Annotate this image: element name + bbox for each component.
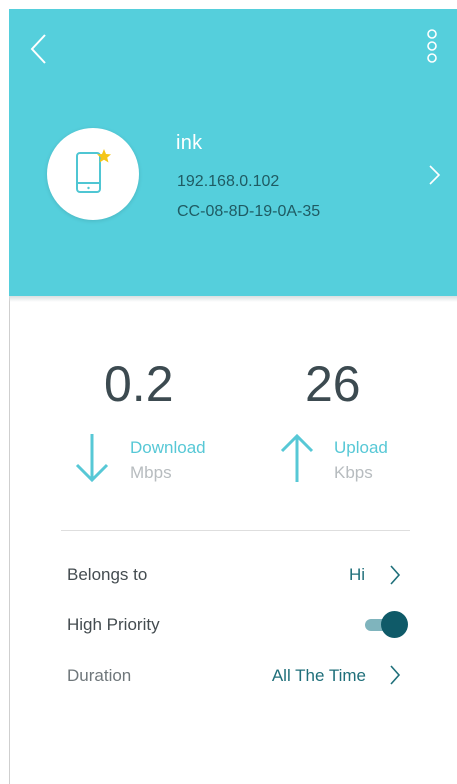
- toggle-knob: [381, 611, 408, 638]
- back-button[interactable]: [27, 32, 55, 68]
- upload-speed-value: 26: [305, 356, 361, 412]
- belongs-to-label: Belongs to: [67, 565, 148, 584]
- chevron-left-icon: [30, 34, 46, 64]
- duration-chevron-icon[interactable]: [388, 664, 402, 686]
- device-mac-address: CC-08-8D-19-0A-35: [177, 203, 321, 220]
- duration-value[interactable]: All The Time: [272, 666, 366, 686]
- device-avatar: [47, 128, 139, 220]
- chevron-right-icon: [429, 165, 441, 185]
- device-detail-screen: ink 192.168.0.102 CC-08-8D-19-0A-35 0.2 …: [0, 0, 457, 784]
- duration-label: Duration: [67, 666, 132, 685]
- belongs-to-value[interactable]: Hi: [349, 565, 365, 585]
- phone-star-icon: [76, 149, 111, 193]
- upload-arrow-icon: [280, 433, 314, 482]
- header-shadow: [9, 296, 457, 302]
- device-name: ink: [176, 132, 203, 154]
- download-speed-value: 0.2: [104, 356, 174, 412]
- download-unit: Mbps: [130, 463, 172, 482]
- high-priority-label: High Priority: [67, 615, 160, 634]
- high-priority-toggle[interactable]: [365, 611, 409, 639]
- more-options-button[interactable]: [420, 28, 444, 70]
- download-arrow-icon: [75, 434, 109, 483]
- download-label: Download: [130, 438, 206, 457]
- more-vertical-icon: [427, 29, 437, 63]
- device-ip-address: 192.168.0.102: [177, 173, 280, 190]
- device-info-button[interactable]: [424, 160, 446, 190]
- upload-unit: Kbps: [334, 463, 373, 482]
- section-divider: [61, 530, 410, 531]
- upload-label: Upload: [334, 438, 388, 457]
- belongs-to-chevron-icon[interactable]: [388, 564, 402, 586]
